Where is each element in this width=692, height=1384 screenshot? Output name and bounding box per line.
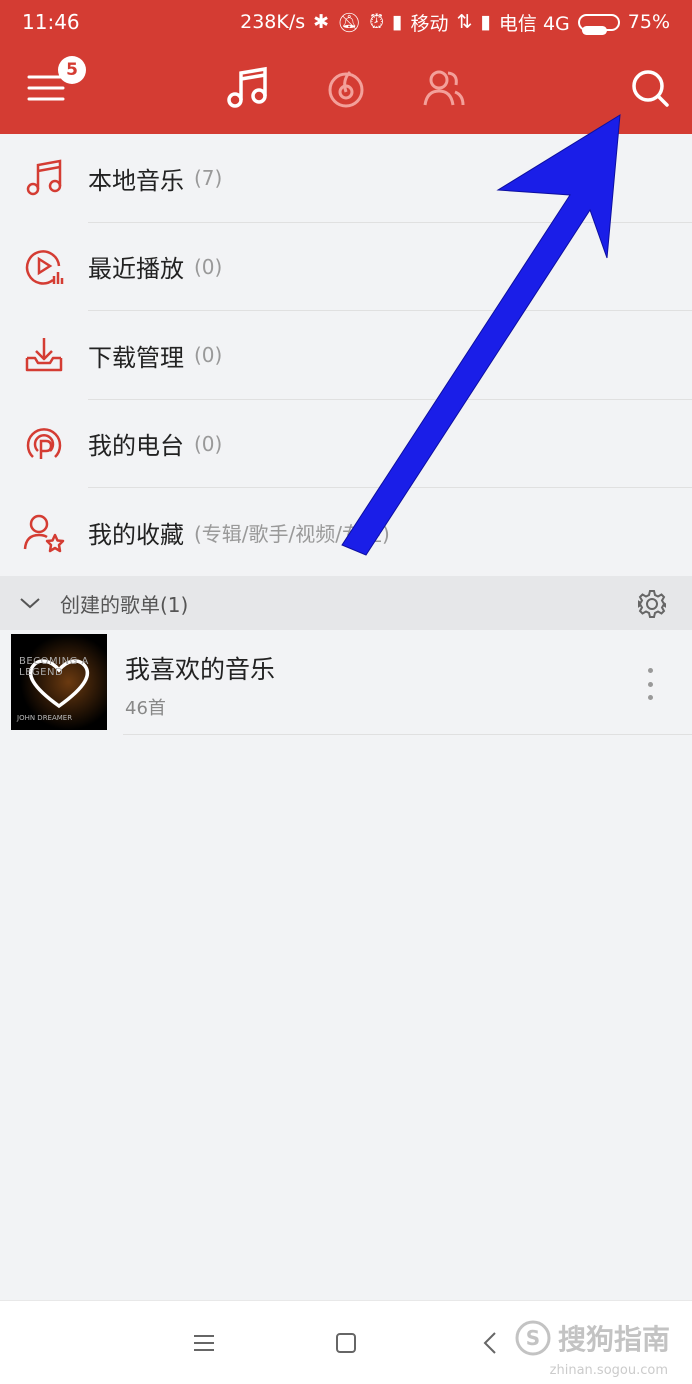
watermark-text: 搜狗指南 <box>557 1323 670 1356</box>
local-music-count: (7) <box>194 166 223 191</box>
local-music-label: 本地音乐 <box>88 166 184 195</box>
mute-bell-icon: 🔕︎ <box>337 11 362 34</box>
gear-icon[interactable] <box>636 588 668 620</box>
more-vertical-icon[interactable] <box>638 668 662 700</box>
favorites-count: (专辑/歌手/视频/专栏) <box>194 521 390 546</box>
friends-icon[interactable] <box>418 62 470 114</box>
menu-lines-icon[interactable] <box>184 1325 224 1361</box>
download-icon <box>0 311 88 399</box>
chevron-down-icon[interactable] <box>0 596 60 610</box>
status-time: 11:46 <box>22 10 80 34</box>
home-square-icon[interactable] <box>326 1325 366 1361</box>
section-title: 创建的歌单(1) <box>60 592 189 617</box>
carrier2: 电信 4G <box>498 12 570 35</box>
favorite-user-icon <box>0 488 88 576</box>
recent-play-icon <box>0 223 88 311</box>
net-speed: 238K/s <box>240 11 306 33</box>
playlist-song-count: 46首 <box>125 698 166 719</box>
watermark-url: zhinan.sogou.com <box>549 1363 668 1378</box>
watermark: S 搜狗指南 <box>514 1318 670 1358</box>
playlist-cover: BECOMING A LEGEND JOHN DREAMER <box>11 634 107 730</box>
radio-count: (0) <box>194 431 223 456</box>
signal-icon: ▮ <box>480 11 491 33</box>
my-music-list: 本地音乐 (7) 最近播放 (0) 下载管理 (0) 我的电台 (0) 我的收藏… <box>0 134 692 577</box>
netease-logo-icon[interactable] <box>320 62 372 114</box>
radio-icon <box>0 400 88 488</box>
back-chevron-icon[interactable] <box>470 1325 510 1361</box>
list-item-radio[interactable]: 我的电台 (0) <box>0 400 692 488</box>
list-item-favorites[interactable]: 我的收藏 (专辑/歌手/视频/专栏) <box>0 488 692 577</box>
download-count: (0) <box>194 343 223 368</box>
recent-play-label: 最近播放 <box>88 255 184 284</box>
playlist-item[interactable]: BECOMING A LEGEND JOHN DREAMER 我喜欢的音乐 46… <box>0 630 692 735</box>
cover-text-artist: JOHN DREAMER <box>17 714 73 722</box>
search-icon[interactable] <box>624 62 676 114</box>
battery-icon <box>577 13 620 35</box>
recent-play-count: (0) <box>194 254 223 279</box>
radio-label: 我的电台 <box>88 432 184 461</box>
download-label: 下载管理 <box>88 343 184 372</box>
system-nav-bar: S 搜狗指南 zhinan.sogou.com <box>0 1300 692 1384</box>
cover-text-title: BECOMING A LEGEND <box>19 656 89 678</box>
music-note-icon[interactable] <box>221 62 273 114</box>
list-item-recent-play[interactable]: 最近播放 (0) <box>0 223 692 311</box>
notification-badge: 5 <box>58 56 86 84</box>
data-arrows-icon: ⇅ <box>456 11 473 33</box>
battery-percent: 75% <box>627 11 670 33</box>
carrier1: 移动 <box>410 12 449 35</box>
list-item-download[interactable]: 下载管理 (0) <box>0 311 692 400</box>
created-playlists-header[interactable]: 创建的歌单(1) <box>0 576 692 630</box>
svg-text:S: S <box>526 1326 540 1350</box>
list-item-local-music[interactable]: 本地音乐 (7) <box>0 134 692 223</box>
favorites-label: 我的收藏 <box>88 520 184 549</box>
signal-icon: ▮ <box>392 11 403 33</box>
music-note-icon <box>0 134 88 222</box>
sogou-logo-icon: S <box>515 1320 551 1356</box>
playlist-title: 我喜欢的音乐 <box>125 655 276 684</box>
alarm-icon: ⏰︎ <box>369 11 385 33</box>
status-indicators: 238K/s ✱ 🔕︎ ⏰︎ ▮ 移动 ⇅ ▮ 电信 4G 75% <box>240 9 670 36</box>
top-nav: 5 <box>0 44 692 134</box>
bluetooth-icon: ✱ <box>313 11 330 33</box>
divider <box>123 734 692 735</box>
status-bar: 11:46 238K/s ✱ 🔕︎ ⏰︎ ▮ 移动 ⇅ ▮ 电信 4G 75% <box>0 0 692 44</box>
